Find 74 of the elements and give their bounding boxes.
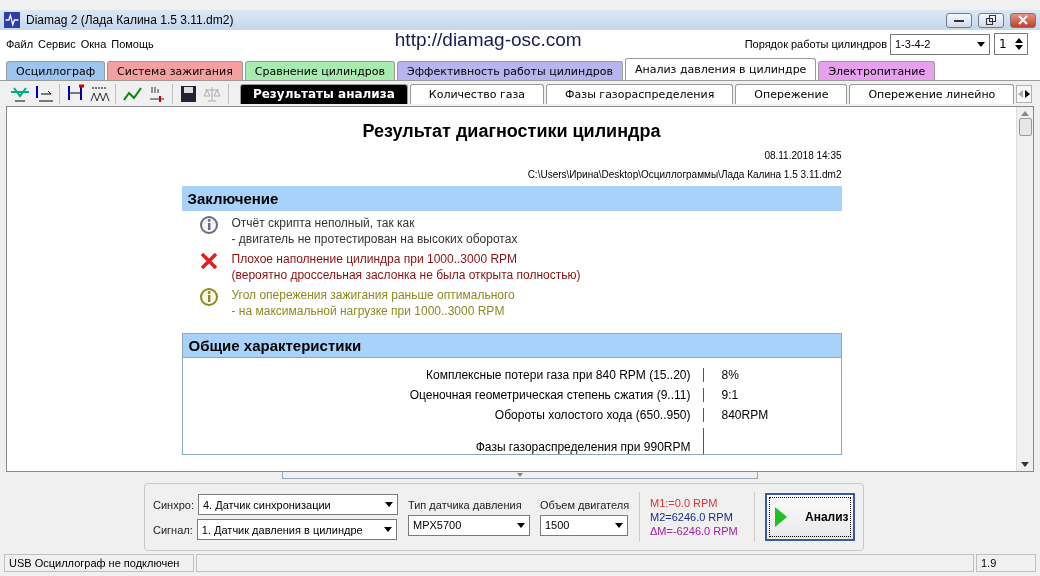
sensor-type-select[interactable]: MPX5700 bbox=[407, 514, 530, 536]
engine-volume-label: Объем двигателя bbox=[539, 498, 630, 511]
splitter-handle[interactable] bbox=[282, 472, 758, 479]
report-date: 08.11.2018 14:35 bbox=[764, 150, 842, 161]
signal-label: Сигнал: bbox=[153, 523, 193, 536]
caret-icon bbox=[614, 522, 623, 528]
engine-volume-select[interactable]: 1500 bbox=[539, 514, 628, 536]
menu-item[interactable]: Помощь bbox=[111, 38, 154, 50]
conclusion-text: Плохое наполнение цилиндра при 1000..3000 RPM (вероятно дроссельная заслонка не была открыта полностью) bbox=[231, 251, 581, 283]
info-icon bbox=[197, 287, 220, 307]
tab[interactable]: Результаты анализа bbox=[239, 83, 408, 104]
website-url: http://diamag-osc.com bbox=[394, 29, 582, 51]
signal-select[interactable]: 1. Датчик давления в цилиндре bbox=[196, 519, 397, 540]
down-arrow-icon bbox=[517, 473, 523, 477]
up-arrow-icon bbox=[1021, 111, 1029, 116]
conclusion-text: Угол опережения зажигания раньше оптимального - на максимальной нагрузке при 1000..3000 RPM bbox=[231, 287, 515, 319]
section-heading: Заключение bbox=[181, 186, 842, 211]
sensor-type-label: Тип датчика давления bbox=[407, 498, 523, 511]
left-arrow-icon bbox=[1018, 89, 1024, 98]
sync-label: Синхро: bbox=[153, 498, 194, 511]
restore-icon bbox=[986, 15, 996, 25]
rpm-reading: M2=6246.0 RPM bbox=[649, 511, 734, 523]
section-heading: Общие характеристики bbox=[181, 333, 842, 358]
info-icon bbox=[197, 215, 220, 235]
tab[interactable]: Осциллограф bbox=[6, 61, 106, 80]
tab[interactable]: Электропитание bbox=[818, 61, 936, 80]
cylinder-order-select[interactable]: 1-3-4-2 bbox=[890, 33, 990, 55]
tab[interactable]: Эффективность работы цилиндров bbox=[397, 61, 623, 80]
menu-item[interactable]: Сервис bbox=[38, 38, 76, 50]
caret-icon bbox=[977, 41, 985, 47]
close-icon bbox=[1018, 15, 1028, 25]
tab[interactable]: Сравнение цилиндров bbox=[244, 61, 396, 80]
analyze-button[interactable]: Анализ bbox=[765, 493, 855, 541]
menu-item[interactable]: Файл bbox=[6, 38, 34, 50]
tab-scroll-arrows[interactable] bbox=[1016, 84, 1032, 103]
tab[interactable]: Система зажигания bbox=[107, 61, 243, 80]
restore-button[interactable] bbox=[978, 12, 1004, 28]
caret-icon bbox=[383, 527, 392, 532]
cylinder-spinner[interactable]: 1 bbox=[994, 33, 1028, 55]
version-label: 1.9 bbox=[976, 554, 1036, 572]
window-title: Diamag 2 (Лада Калина 1.5 3.11.dm2) bbox=[26, 13, 235, 27]
tab[interactable]: Анализ давления в цилиндре bbox=[624, 58, 817, 80]
tab[interactable]: Опережение линейно bbox=[849, 83, 1015, 104]
row-value: 840RPM bbox=[720, 408, 770, 422]
row-label: Комплексные потери газа при 840 RPM (15..20) bbox=[425, 368, 692, 382]
row-value: 8% bbox=[720, 368, 740, 382]
row-label: Фазы газораспределения при 990RPM bbox=[474, 440, 692, 454]
caret-icon bbox=[384, 502, 393, 507]
app-icon bbox=[4, 12, 20, 28]
sync-select[interactable]: 4. Датчик синхронизации bbox=[197, 494, 398, 515]
tab[interactable]: Количество газа bbox=[409, 83, 545, 104]
caret-icon bbox=[516, 522, 525, 528]
rpm-reading: M1:=0.0 RPM bbox=[649, 497, 719, 509]
minimize-button[interactable] bbox=[946, 12, 972, 28]
right-arrow-icon bbox=[1025, 89, 1031, 98]
close-button[interactable] bbox=[1010, 12, 1036, 28]
spin-arrows-icon bbox=[1015, 38, 1023, 50]
down-arrow-icon bbox=[1021, 462, 1029, 467]
row-label: Обороты холостого хода (650..950) bbox=[493, 408, 692, 422]
rpm-reading: ΔM=-6246.0 RPM bbox=[649, 525, 739, 537]
row-label: Оценочная геометрическая степень сжатия (9..11) bbox=[408, 388, 692, 402]
scroll-thumb[interactable] bbox=[1018, 118, 1032, 136]
row-value: 9:1 bbox=[720, 388, 740, 402]
tab[interactable]: Фазы газораспределения bbox=[546, 83, 734, 104]
menu-item[interactable]: Окна bbox=[80, 38, 107, 50]
connection-status: USB Осциллограф не подключен bbox=[4, 554, 194, 572]
scrollbar[interactable] bbox=[1016, 107, 1033, 471]
tab[interactable]: Опережение bbox=[735, 83, 848, 104]
report-title: Результат диагностики цилиндра bbox=[362, 121, 661, 142]
conclusion-text: Отчёт скрипта неполный, так как - двигатель не протестирован на высоких оборотах bbox=[231, 215, 518, 247]
cylinder-order-label: Порядок работы цилиндров bbox=[744, 38, 887, 50]
minimize-icon bbox=[954, 17, 964, 23]
play-icon bbox=[775, 507, 787, 527]
file-path: C:\Users\Ирина\Desktop\Осциллограммы\Лада Калина 1.5 3.11.dm2 bbox=[527, 169, 842, 180]
